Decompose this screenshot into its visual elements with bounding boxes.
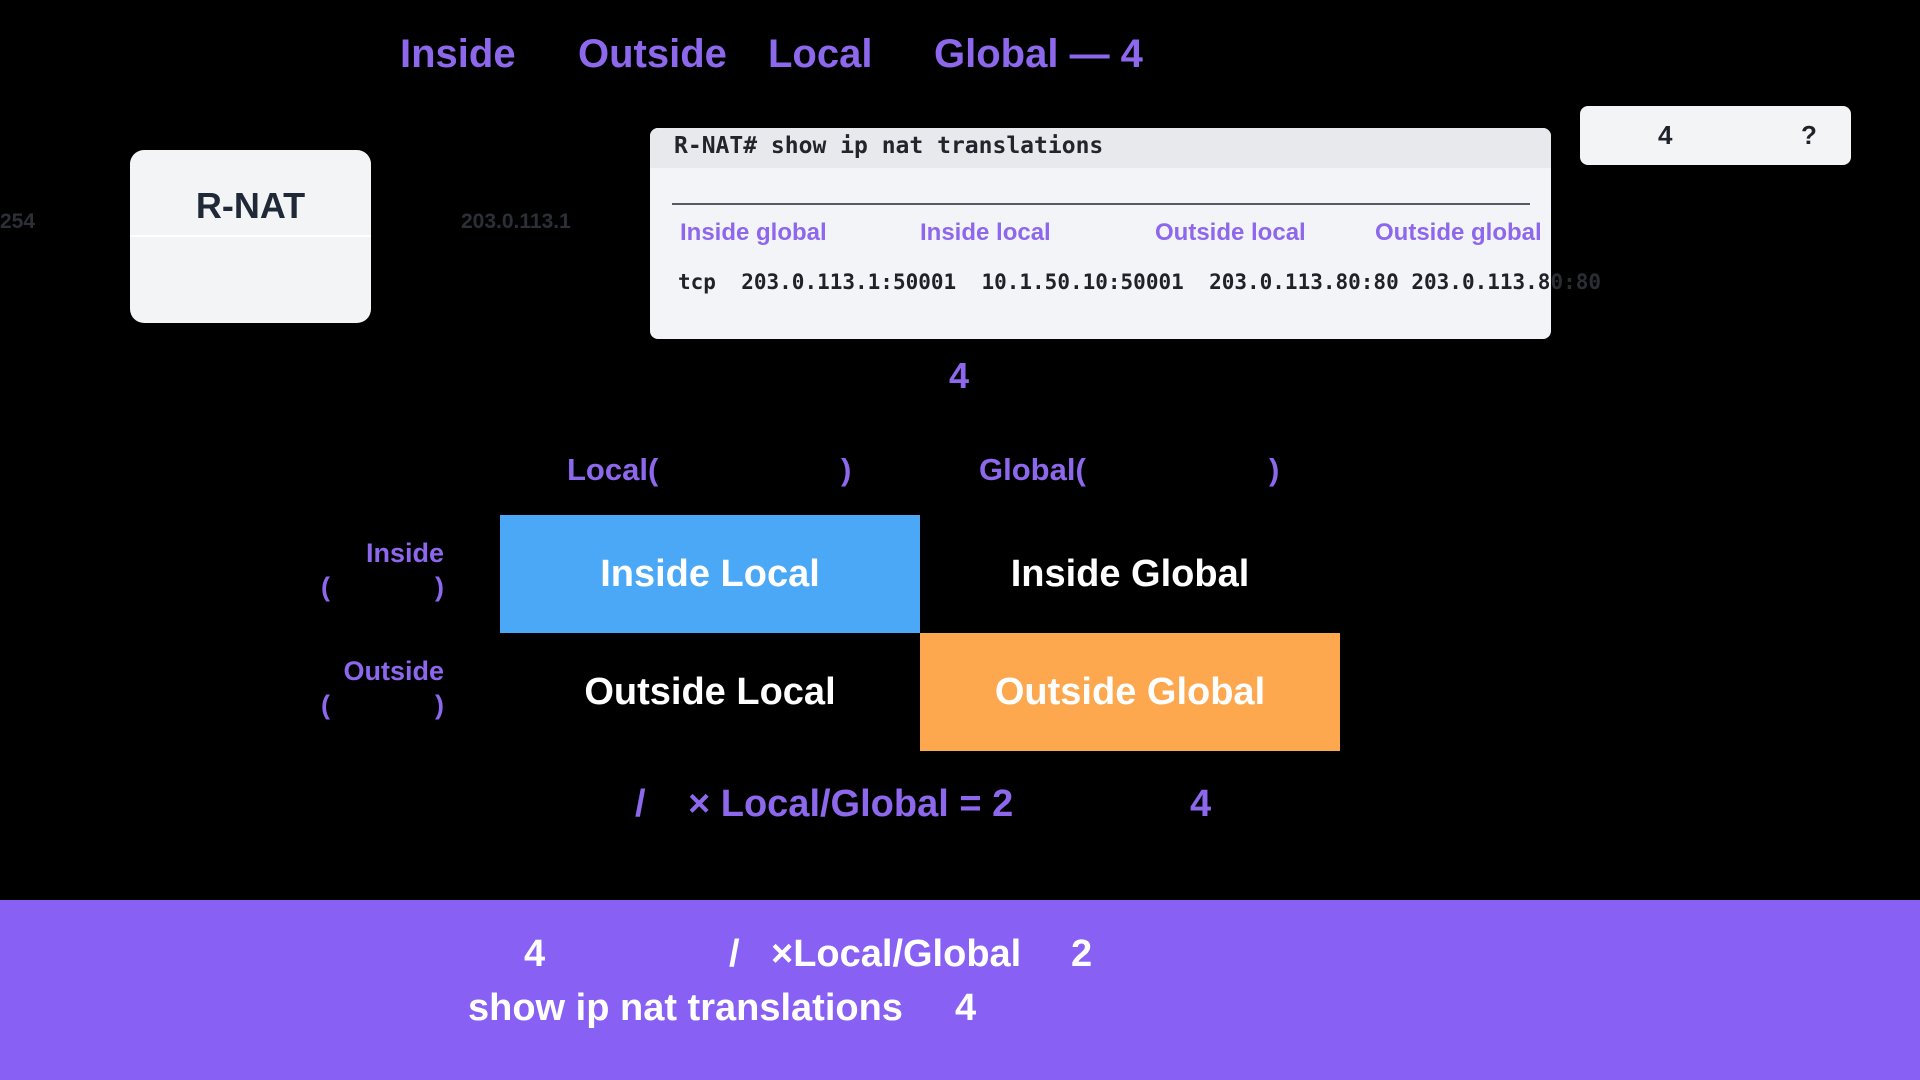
terminal-inside-local: 10.1.50.10:50001 (981, 270, 1184, 294)
terminal-divider (672, 203, 1530, 205)
terminal-outside-global-overflow: 0:80 (1550, 270, 1602, 294)
matrix-row-inside-open: ( (321, 572, 330, 602)
cell-inside-global-label: Inside Global (1010, 552, 1250, 595)
cell-inside-local: Inside Local (500, 515, 920, 633)
matrix-col-global: Global( (979, 452, 1086, 487)
footer-expression: ×Local/Global (771, 933, 1022, 975)
matrix-col-local-close: ) (841, 452, 852, 487)
router-divider (130, 235, 371, 237)
terminal-col-outside-global: Outside global (1375, 219, 1542, 246)
cell-inside-global: Inside Global (920, 515, 1340, 633)
router-name: R-NAT (195, 185, 306, 226)
terminal-outside-global: 203.0.113.8 (1411, 270, 1551, 294)
terminal-inside-global: 203.0.113.1:50001 (741, 270, 957, 294)
cell-outside-local: Outside Local (500, 633, 920, 751)
footer-command: show ip nat translations (468, 987, 903, 1029)
footer-two: 2 (1071, 933, 1093, 975)
matrix-row-inside-close: ) (435, 572, 444, 602)
terminal-outside-local: 203.0.113.80:80 (1209, 270, 1399, 294)
footer-slash: / (729, 933, 740, 975)
cell-inside-local-label: Inside Local (600, 552, 820, 595)
terminal-col-inside-local: Inside local (920, 219, 1051, 246)
pill-question: ? (1801, 120, 1817, 150)
cell-outside-local-label: Outside Local (584, 670, 836, 713)
formula-result: 4 (1190, 783, 1212, 825)
matrix-col-local: Local( (567, 452, 659, 487)
footer-count: 4 (524, 933, 546, 975)
pill-count: 4 (1658, 120, 1673, 150)
matrix-row-outside-open: ( (321, 690, 330, 720)
title-outside: Outside (578, 32, 727, 76)
cell-outside-global: Outside Global (920, 633, 1340, 751)
terminal-translation-row: tcp 203.0.113.1:50001 10.1.50.10:50001 2… (678, 270, 1601, 294)
terminal-col-outside-local: Outside local (1155, 219, 1306, 246)
caption-count: 4 (949, 355, 970, 396)
matrix-row-outside: Outside (343, 656, 444, 686)
terminal-command: R-NAT# show ip nat translations (674, 133, 1104, 159)
router-outside-ip: 203.0.113.1 (461, 210, 571, 233)
title-global: Global — 4 (934, 32, 1143, 76)
title-local: Local (768, 32, 873, 76)
matrix-col-global-close: ) (1269, 452, 1280, 487)
terminal-proto: tcp (678, 270, 716, 294)
cell-outside-global-label: Outside Global (994, 670, 1266, 713)
matrix-row-outside-close: ) (435, 690, 444, 720)
footer-command-count: 4 (955, 987, 977, 1029)
formula-expression: × Local/Global = 2 (688, 783, 1014, 825)
formula-slash: / (635, 783, 646, 825)
matrix-row-inside: Inside (365, 538, 444, 568)
terminal-col-inside-global: Inside global (680, 219, 827, 246)
slide-canvas: Inside Outside Local Global — 4 254 R-NA… (0, 0, 1920, 1080)
title-inside: Inside (400, 32, 516, 76)
left-ip-label: 254 (0, 210, 36, 233)
